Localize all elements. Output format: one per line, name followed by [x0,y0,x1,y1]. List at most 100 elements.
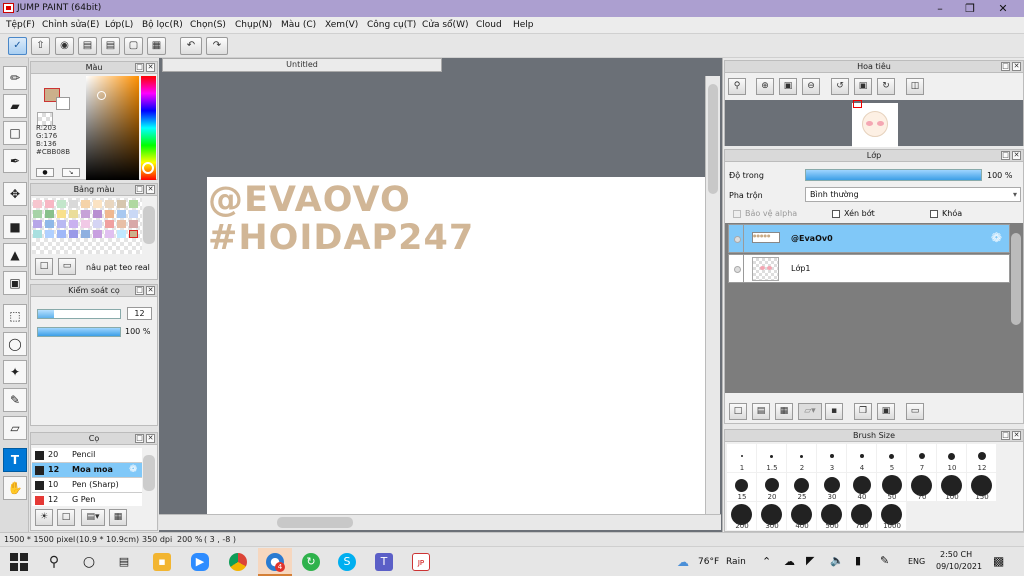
close-panel-icon[interactable]: ✕ [1012,151,1021,160]
gradient-tool-icon[interactable]: ▣ [3,271,27,295]
palette-swatch[interactable] [57,210,66,218]
brush-size-option[interactable]: 50 [877,473,906,501]
brush-size-option[interactable]: 1 [727,444,756,472]
windows-start-icon[interactable] [10,553,28,571]
palette-swatch[interactable] [105,210,114,218]
brush-size-option[interactable]: 10 [937,444,966,472]
palette-swatch[interactable] [129,220,138,228]
fill-rect-tool-icon[interactable]: ■ [3,215,27,239]
copy-brush-icon[interactable]: ▦ [109,509,127,526]
palette-swatch[interactable] [105,230,114,238]
palette-grid[interactable] [32,198,142,254]
menu-select[interactable]: Chọn(S) [190,20,226,30]
layer-name[interactable]: Lớp1 [791,264,811,273]
dropper-icon[interactable]: ↘ [62,168,80,177]
float-icon[interactable]: □ [1001,431,1010,440]
brush-size-option[interactable]: 7 [907,444,936,472]
select-rect-icon[interactable]: ⬚ [3,304,27,328]
clipping-checkbox[interactable] [832,210,840,218]
palette-swatch[interactable] [69,200,78,208]
palette-swatch[interactable] [105,200,114,208]
flip-icon[interactable]: ◫ [906,78,924,95]
layer-menu-icon[interactable]: ▱▾ [798,403,822,420]
palette-swatch[interactable] [45,200,54,208]
zoom-out-icon[interactable]: ⊖ [802,78,820,95]
rotate-left-icon[interactable]: ↺ [831,78,849,95]
saturation-value-picker[interactable] [86,76,139,180]
brush-size-option[interactable]: 3 [817,444,846,472]
select-pen-icon[interactable]: ✎ [3,388,27,412]
navigator-viewport[interactable] [853,100,862,108]
brush-size-option[interactable]: 150 [967,473,996,501]
palette-swatch[interactable] [129,210,138,218]
redo-icon[interactable]: ↷ [206,37,228,55]
jump-paint-taskbar-icon[interactable]: JP [412,553,430,571]
document-icon[interactable]: ▤ [101,37,120,55]
brush-size-option[interactable]: 2 [787,444,816,472]
brush-size-option[interactable]: 15 [727,473,756,501]
folder-icon[interactable]: ▪ [825,403,843,420]
float-icon[interactable]: □ [135,286,144,295]
horizontal-scroll-thumb[interactable] [277,517,353,528]
rotate-right-icon[interactable]: ↻ [877,78,895,95]
select-eraser-icon[interactable]: ▱ [3,416,27,440]
brush-size-option[interactable]: 30 [817,473,846,501]
palette-swatch[interactable] [33,220,42,228]
fit-icon[interactable]: ▣ [779,78,797,95]
brush-size-option[interactable]: 5 [877,444,906,472]
brush-size-option[interactable]: 1000 [877,502,906,530]
hue-cursor[interactable] [142,162,154,174]
close-panel-icon[interactable]: ✕ [146,434,155,443]
grid-icon[interactable]: ▦ [147,37,166,55]
close-panel-icon[interactable]: ✕ [146,185,155,194]
layer-row-lop1[interactable]: Lớp1 [728,254,1010,283]
document-tab[interactable]: Untitled [162,58,442,72]
zoom-in-icon[interactable]: ⊕ [756,78,774,95]
lock-checkbox[interactable] [930,210,938,218]
layer-name[interactable]: @EvaOv0 [791,234,833,243]
blend-mode-select[interactable]: Bình thường ▾ [805,187,1021,202]
zoom-icon[interactable]: ⚲ [728,78,746,95]
cortana-icon[interactable]: ○ [80,553,98,571]
close-panel-icon[interactable]: ✕ [1012,431,1021,440]
magic-wand-icon[interactable]: ✦ [3,360,27,384]
new-brush-icon[interactable]: □ [57,509,75,526]
brush-size-option[interactable]: 300 [757,502,786,530]
brush-size-option[interactable]: 500 [817,502,846,530]
green-app-icon[interactable]: ↻ [302,553,320,571]
weather-temp[interactable]: 76°F [698,557,719,567]
menu-file[interactable]: Tệp(F) [6,20,35,30]
menu-help[interactable]: Help [513,20,534,30]
skype-icon[interactable]: S [338,553,356,571]
menu-layer[interactable]: Lớp(L) [105,20,133,30]
volume-icon[interactable]: 🔈 [830,554,844,567]
palette-swatch[interactable] [117,210,126,218]
float-icon[interactable]: □ [135,185,144,194]
brush-size-slider[interactable] [37,309,121,319]
close-panel-icon[interactable]: ✕ [1012,62,1021,71]
minimize-button[interactable]: – [925,0,955,17]
eraser-tool-icon[interactable]: ▰ [3,94,27,118]
lasso-icon[interactable]: ◯ [3,332,27,356]
layer-scrollbar[interactable] [1011,233,1021,325]
palette-swatch[interactable] [93,200,102,208]
menu-filter[interactable]: Bộ lọc(R) [142,20,183,30]
palette-swatch[interactable] [93,210,102,218]
palette-swatch[interactable] [69,220,78,228]
comment-icon[interactable]: ◉ [55,37,74,55]
brush-menu-icon[interactable]: ▤▾ [81,509,105,526]
vertical-scrollbar[interactable] [705,76,720,516]
brush-size-option[interactable]: 20 [757,473,786,501]
delete-palette-icon[interactable]: ▭ [58,258,76,275]
secondary-color-swatch[interactable] [56,97,70,110]
close-panel-icon[interactable]: ✕ [146,286,155,295]
palette-swatch[interactable] [117,230,126,238]
reset-rotate-icon[interactable]: ▣ [854,78,872,95]
layer-row-evaovo[interactable]: ●●●●● @EvaOv0 ❁ [728,224,1010,253]
bucket-tool-icon[interactable]: ▲ [3,243,27,267]
brush-scrollbar[interactable] [143,455,155,491]
brush-size-option[interactable]: 1.5 [757,444,786,472]
brush-size-input[interactable]: 12 [127,307,152,320]
brush-size-option[interactable]: 100 [937,473,966,501]
language-indicator[interactable]: ENG [908,557,925,566]
